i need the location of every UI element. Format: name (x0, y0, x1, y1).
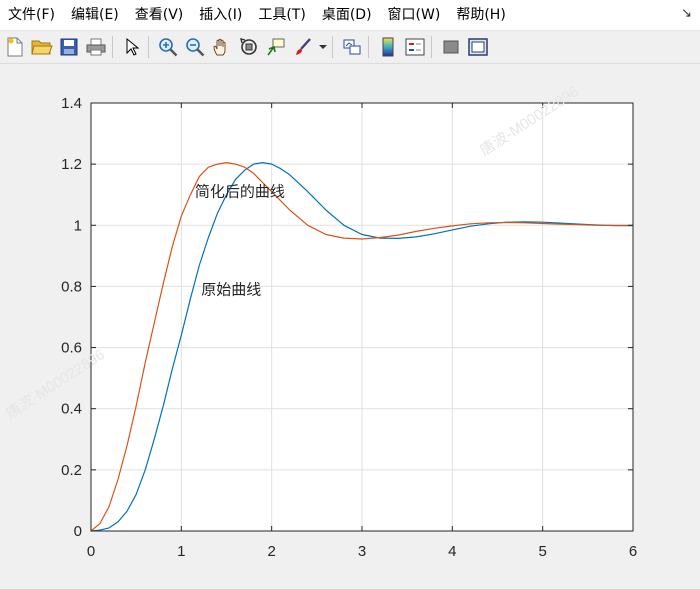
brush-dropdown-icon[interactable] (318, 35, 328, 59)
toolbar-separator (332, 36, 333, 58)
menu-tools[interactable]: 工具(T) (250, 0, 313, 30)
toolbar-separator (368, 36, 369, 58)
x-tick-label: 0 (87, 543, 95, 560)
y-tick-label: 0.6 (61, 340, 82, 357)
save-icon[interactable] (57, 35, 81, 59)
figure-canvas: 0 1 2 3 4 5 600.20.40.60.811.21.4 简化后的曲线原始曲线 唐… (3, 83, 637, 560)
data-cursor-icon[interactable] (264, 35, 288, 59)
x-tick-label: 4 (448, 543, 456, 560)
legend-icon[interactable] (403, 35, 427, 59)
dock-arrow-icon[interactable]: ↘ (681, 6, 692, 21)
select-arrow-icon[interactable] (120, 35, 144, 59)
x-tick-label: 1 (177, 543, 185, 560)
menu-insert[interactable]: 插入(I) (191, 0, 250, 30)
y-tick-label: 0.2 (61, 462, 82, 479)
x-tick-label: 2 (267, 543, 275, 560)
rotate-3d-icon[interactable] (237, 35, 261, 59)
link-plot-icon[interactable] (340, 35, 364, 59)
annotation-text: 简化后的曲线 (195, 184, 285, 201)
menu-desktop[interactable]: 桌面(D) (314, 0, 380, 30)
colorbar-icon[interactable] (376, 35, 400, 59)
menu-file[interactable]: 文件(F) (0, 0, 63, 30)
x-tick-label: 5 (538, 543, 546, 560)
print-icon[interactable] (84, 35, 108, 59)
zoom-in-icon[interactable] (156, 35, 180, 59)
toolbar-separator (148, 36, 149, 58)
y-tick-label: 1 (74, 217, 82, 234)
x-tick-label: 3 (358, 543, 366, 560)
menu-view[interactable]: 查看(V) (127, 0, 192, 30)
menu-help[interactable]: 帮助(H) (448, 0, 513, 30)
y-tick-label: 1.4 (61, 95, 82, 112)
menu-bar: 文件(F) 编辑(E) 查看(V) 插入(I) 工具(T) 桌面(D) 窗口(W… (0, 0, 700, 30)
zoom-out-icon[interactable] (183, 35, 207, 59)
open-folder-icon[interactable] (30, 35, 54, 59)
hide-plot-tools-icon[interactable] (439, 35, 463, 59)
menu-edit[interactable]: 编辑(E) (63, 0, 127, 30)
new-file-icon[interactable] (3, 35, 27, 59)
toolbar-separator (112, 36, 113, 58)
menu-window[interactable]: 窗口(W) (380, 0, 449, 30)
show-plot-tools-icon[interactable] (466, 35, 490, 59)
y-tick-label: 0 (74, 523, 82, 540)
toolbar-separator (431, 36, 432, 58)
y-tick-label: 0.4 (61, 401, 82, 418)
y-tick-label: 0.8 (61, 278, 82, 295)
annotation-text: 原始曲线 (201, 281, 261, 298)
x-tick-label: 6 (629, 543, 637, 560)
toolbar (0, 30, 700, 64)
y-tick-label: 1.2 (61, 156, 82, 173)
brush-icon[interactable] (291, 35, 315, 59)
pan-hand-icon[interactable] (210, 35, 234, 59)
